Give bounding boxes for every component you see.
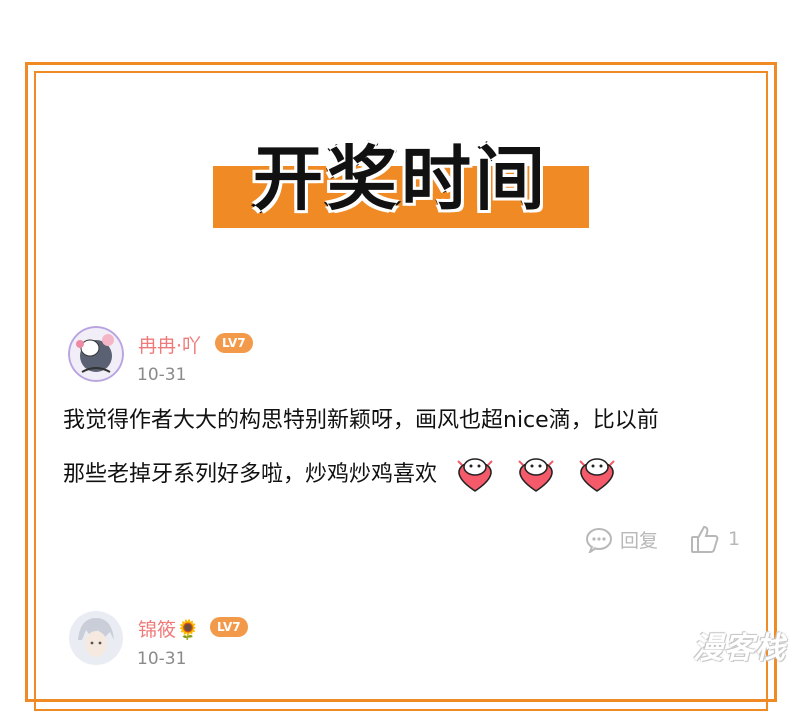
avatar[interactable] bbox=[68, 326, 124, 382]
heart-face-sticker-icon bbox=[457, 458, 493, 492]
comment-date: 10-31 bbox=[137, 649, 187, 669]
thumbs-up-icon bbox=[691, 525, 719, 553]
like-count: 1 bbox=[728, 528, 741, 550]
level-badge: LV7 bbox=[210, 617, 248, 637]
avatar[interactable] bbox=[68, 610, 124, 666]
avatar-illustration-icon bbox=[69, 611, 123, 665]
comment-text-line-2: 那些老掉牙系列好多啦，炒鸡炒鸡喜欢 bbox=[63, 462, 438, 487]
site-watermark: 漫客栈 bbox=[693, 631, 786, 666]
level-badge: LV7 bbox=[215, 333, 253, 353]
comment-username[interactable]: 冉冉·吖 bbox=[138, 331, 201, 358]
like-button[interactable]: 1 bbox=[690, 524, 740, 554]
comment-bubble-icon bbox=[586, 527, 612, 553]
avatar-illustration-icon bbox=[68, 326, 124, 382]
heart-face-sticker-icon bbox=[518, 458, 554, 492]
page-title: 开奖时间 bbox=[251, 136, 549, 222]
comment-date: 10-31 bbox=[137, 365, 187, 385]
comment-text-line: 那些老掉牙系列好多啦，炒鸡炒鸡喜欢 bbox=[63, 455, 620, 495]
comment-text-line: 我觉得作者大大的构思特别新颖呀，画风也超nice滴，比以前 bbox=[63, 408, 659, 433]
reply-button[interactable]: 回复 bbox=[585, 526, 658, 553]
reply-label: 回复 bbox=[620, 530, 659, 552]
heart-face-sticker-icon bbox=[579, 458, 615, 492]
comment-username[interactable]: 锦筱🌻 bbox=[138, 615, 200, 642]
